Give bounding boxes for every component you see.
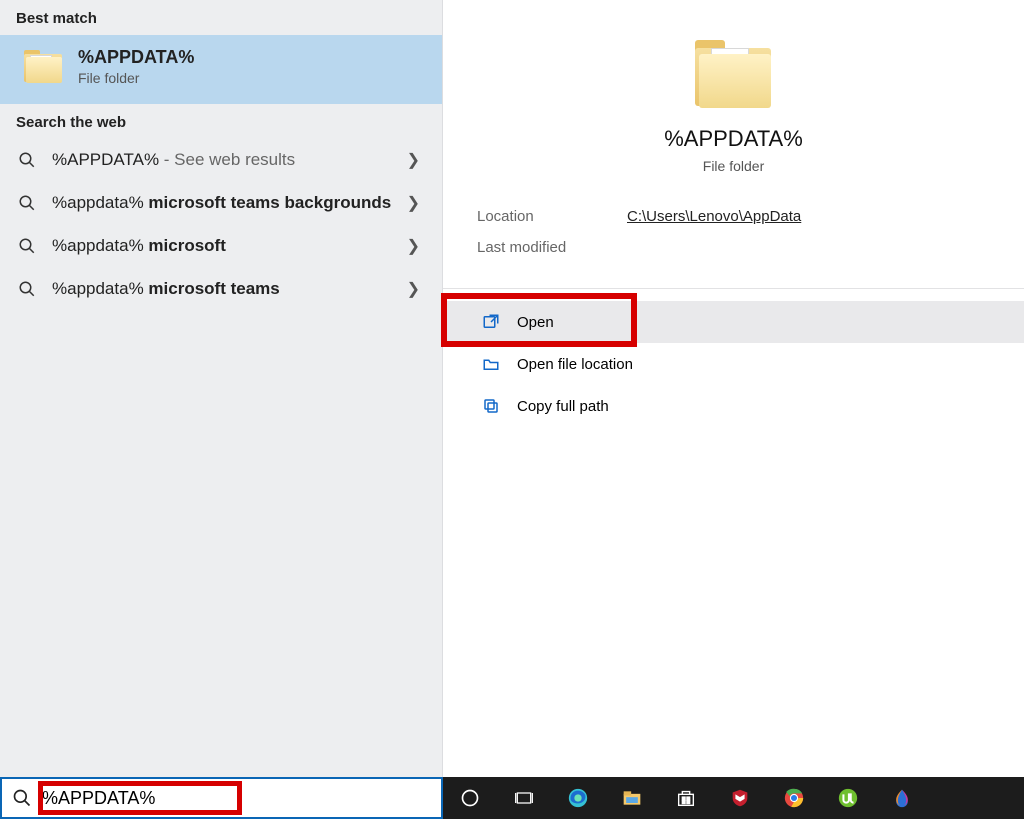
search-icon — [16, 280, 38, 298]
best-match-title: %APPDATA% — [78, 47, 194, 68]
open-action[interactable]: Open — [443, 301, 1024, 343]
file-explorer-icon[interactable] — [619, 785, 645, 811]
chevron-right-icon[interactable]: ❯ — [401, 236, 426, 256]
open-file-location-action[interactable]: Open file location — [443, 343, 1024, 385]
web-result-text: %appdata% microsoft teams backgrounds — [52, 192, 401, 215]
edge-icon[interactable] — [565, 785, 591, 811]
preview-subtitle: File folder — [703, 158, 764, 174]
folder-open-icon — [479, 355, 503, 373]
web-result-text: %appdata% microsoft — [52, 235, 401, 258]
search-icon — [2, 788, 42, 808]
folder-icon — [24, 50, 64, 84]
web-result-item[interactable]: %appdata% microsoft teams ❯ — [0, 268, 442, 311]
location-value-link[interactable]: C:\Users\Lenovo\AppData — [627, 208, 801, 225]
best-match-result[interactable]: %APPDATA% File folder — [0, 35, 442, 104]
web-result-item[interactable]: %appdata% microsoft teams backgrounds ❯ — [0, 182, 442, 225]
utorrent-icon[interactable] — [835, 785, 861, 811]
open-file-location-label: Open file location — [517, 356, 633, 373]
taskbar — [0, 777, 1024, 819]
best-match-header: Best match — [0, 0, 442, 35]
taskbar-search[interactable] — [0, 777, 443, 819]
chevron-right-icon[interactable]: ❯ — [401, 150, 426, 170]
search-results-panel: Best match %APPDATA% File folder Search … — [0, 0, 443, 777]
divider — [443, 288, 1024, 289]
search-web-header: Search the web — [0, 104, 442, 139]
search-input[interactable] — [42, 779, 441, 817]
chrome-icon[interactable] — [781, 785, 807, 811]
copy-full-path-label: Copy full path — [517, 398, 609, 415]
web-result-item[interactable]: %APPDATA% - See web results ❯ — [0, 139, 442, 182]
web-result-text: %appdata% microsoft teams — [52, 278, 401, 301]
web-results-list: %APPDATA% - See web results ❯ %appdata% … — [0, 139, 442, 311]
folder-icon — [695, 40, 773, 110]
cortana-icon[interactable] — [457, 785, 483, 811]
best-match-subtitle: File folder — [78, 70, 194, 86]
paint-icon[interactable] — [889, 785, 915, 811]
taskbar-tray — [443, 777, 1024, 819]
last-modified-label: Last modified — [477, 239, 627, 256]
search-icon — [16, 237, 38, 255]
web-result-item[interactable]: %appdata% microsoft ❯ — [0, 225, 442, 268]
mcafee-icon[interactable] — [727, 785, 753, 811]
search-icon — [16, 194, 38, 212]
chevron-right-icon[interactable]: ❯ — [401, 193, 426, 213]
web-result-text: %APPDATA% - See web results — [52, 149, 401, 172]
preview-title: %APPDATA% — [664, 126, 803, 152]
preview-panel: %APPDATA% File folder Location C:\Users\… — [443, 0, 1024, 777]
open-label: Open — [517, 314, 554, 331]
open-icon — [479, 313, 503, 331]
search-icon — [16, 151, 38, 169]
task-view-icon[interactable] — [511, 785, 537, 811]
preview-actions: Open Open file location Copy full path — [443, 301, 1024, 427]
copy-full-path-action[interactable]: Copy full path — [443, 385, 1024, 427]
microsoft-store-icon[interactable] — [673, 785, 699, 811]
copy-icon — [479, 397, 503, 415]
chevron-right-icon[interactable]: ❯ — [401, 279, 426, 299]
location-label: Location — [477, 208, 627, 225]
